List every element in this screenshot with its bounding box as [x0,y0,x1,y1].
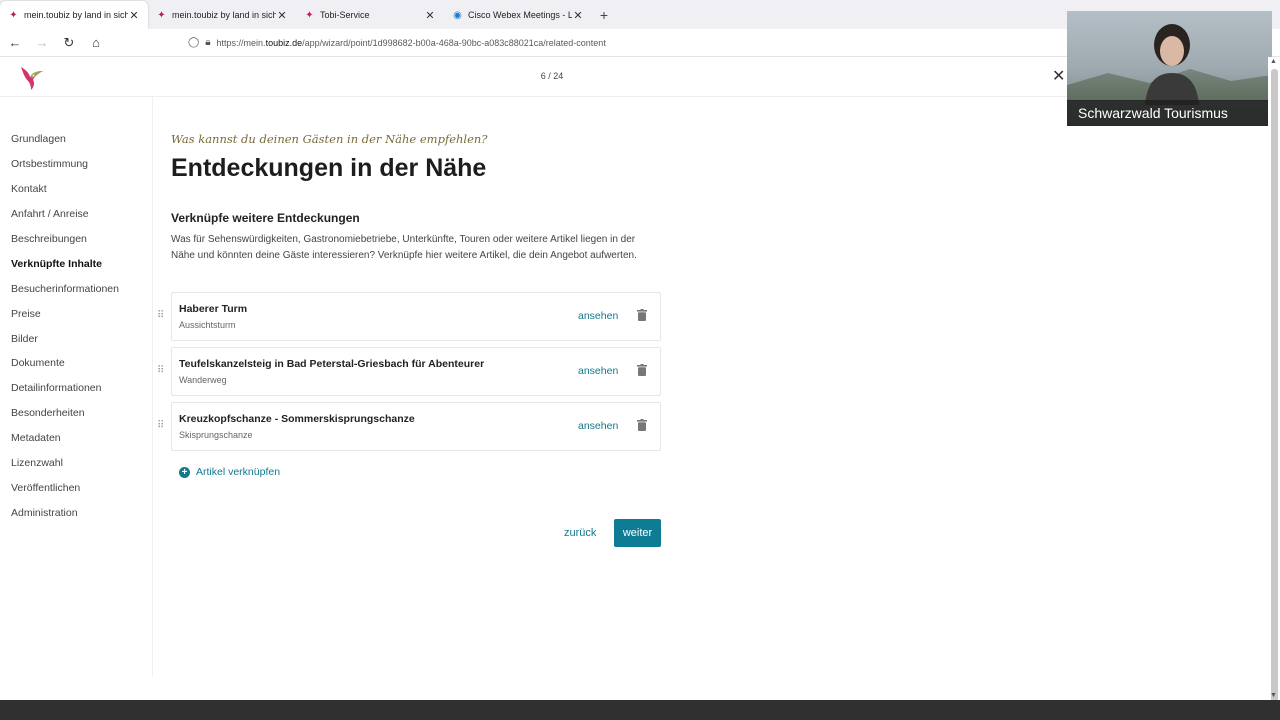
sidebar-item-besucherinformationen[interactable]: Besucherinformationen [0,276,150,301]
item-type: Skisprungschanze [179,430,253,440]
list-item: ⠿ Teufelskanzelsteig in Bad Peterstal-Gr… [157,347,662,396]
scrollbar-thumb[interactable] [1271,69,1278,707]
url-bar[interactable]: ◯ 🔒︎ https://mein.toubiz.de/app/wizard/p… [188,32,606,54]
browser-tab-1[interactable]: ✦ mein.toubiz by land in sicht ✕ [0,1,148,29]
item-name: Haberer Turm [179,303,248,315]
next-button[interactable]: weiter [614,519,661,547]
sidebar-divider [152,97,153,677]
forward-arrow-icon[interactable]: → [30,31,54,55]
trash-icon[interactable] [637,309,647,321]
close-tab-icon[interactable]: ✕ [572,9,584,22]
os-taskbar [0,700,1280,720]
sidebar-item-besonderheiten[interactable]: Besonderheiten [0,401,150,426]
tab-title: mein.toubiz by land in sicht [172,10,276,20]
item-name: Kreuzkopfschanze - Sommerskisprungschanz… [179,413,415,425]
video-call-tile[interactable]: Schwarzwald Tourismus [1067,11,1272,126]
tab-title: Tobi-Service [320,10,370,20]
add-article-button[interactable]: + Artikel verknüpfen [179,466,280,478]
page-scrollbar[interactable]: ▲ ▼ [1268,57,1280,707]
sidebar-item-anfahrt[interactable]: Anfahrt / Anreise [0,202,150,227]
sidebar-item-grundlagen[interactable]: Grundlagen [0,127,150,152]
section-description: Was für Sehenswürdigkeiten, Gastronomieb… [171,234,637,261]
drag-handle-icon[interactable]: ⠿ [157,365,167,376]
plus-circle-icon: + [179,466,190,478]
back-arrow-icon[interactable]: ← [3,31,27,55]
view-item-link[interactable]: ansehen [578,310,618,322]
sidebar-item-verknuepfte-inhalte[interactable]: Verknüpfte Inhalte [0,251,150,276]
sidebar-item-administration[interactable]: Administration [0,500,150,525]
sidebar-item-dokumente[interactable]: Dokumente [0,351,150,376]
tab-title: mein.toubiz by land in sicht [24,10,128,20]
back-button[interactable]: zurück [564,519,596,547]
shield-icon: ◯ [188,37,200,48]
drag-handle-icon[interactable]: ⠿ [157,310,167,321]
item-type: Aussichtsturm [179,320,236,330]
sidebar-item-veroeffentlichen[interactable]: Veröffentlichen [0,475,150,500]
home-icon[interactable]: ⌂ [84,31,108,55]
section-title: Verknüpfe weitere Entdeckungen [171,211,360,225]
sidebar-item-ortsbestimmung[interactable]: Ortsbestimmung [0,152,150,177]
url-text: https://mein.toubiz.de/app/wizard/point/… [216,37,606,48]
sidebar-item-metadaten[interactable]: Metadaten [0,426,150,451]
hummingbird-logo-icon[interactable] [16,61,46,91]
close-tab-icon[interactable]: ✕ [424,9,436,22]
reload-icon[interactable]: ↻ [57,31,81,55]
toubiz-favicon-icon: ✦ [9,9,18,21]
scroll-up-icon[interactable]: ▲ [1270,58,1277,65]
wizard-sidebar: Grundlagen Ortsbestimmung Kontakt Anfahr… [0,127,150,525]
main-content: Was kannst du deinen Gästen in der Nähe … [171,132,661,264]
lock-icon: 🔒︎ [205,37,211,48]
new-tab-icon[interactable]: + [592,1,616,29]
toubiz-favicon-icon: ✦ [305,9,314,21]
close-tab-icon[interactable]: ✕ [128,9,140,22]
view-item-link[interactable]: ansehen [578,365,618,377]
participant-video-icon [1145,24,1199,105]
browser-tab-2[interactable]: ✦ mein.toubiz by land in sicht ✕ [148,1,296,29]
tab-title: Cisco Webex Meetings - Landing [468,10,572,20]
add-article-label: Artikel verknüpfen [196,466,281,478]
browser-tab-4[interactable]: ◉ Cisco Webex Meetings - Landing ✕ [444,1,592,29]
page-title: Entdeckungen in der Nähe [171,154,487,182]
drag-handle-icon[interactable]: ⠿ [157,420,167,431]
trash-icon[interactable] [637,364,647,376]
sidebar-item-bilder[interactable]: Bilder [0,326,150,351]
webex-favicon-icon: ◉ [453,9,462,21]
list-item: ⠿ Kreuzkopfschanze - Sommerskisprungscha… [157,402,662,451]
sidebar-item-kontakt[interactable]: Kontakt [0,177,150,202]
close-wizard-icon[interactable]: ✕ [1052,66,1065,86]
scroll-down-icon[interactable]: ▼ [1270,692,1277,699]
view-item-link[interactable]: ansehen [578,420,618,432]
toubiz-favicon-icon: ✦ [157,9,166,21]
browser-tab-3[interactable]: ✦ Tobi-Service ✕ [296,1,444,29]
trash-icon[interactable] [637,419,647,431]
participant-name: Schwarzwald Tourismus [1067,100,1272,126]
linked-items-list: ⠿ Haberer Turm Aussichtsturm ansehen ⠿ T… [157,292,662,457]
list-item: ⠿ Haberer Turm Aussichtsturm ansehen [157,292,662,341]
sidebar-item-beschreibungen[interactable]: Beschreibungen [0,227,150,252]
sidebar-item-lizenzwahl[interactable]: Lizenzwahl [0,451,150,476]
item-name: Teufelskanzelsteig in Bad Peterstal-Grie… [179,358,485,370]
item-type: Wanderweg [179,375,227,385]
close-tab-icon[interactable]: ✕ [276,9,288,22]
page-eyebrow: Was kannst du deinen Gästen in der Nähe … [171,132,488,146]
wizard-progress: 6 / 24 [540,71,564,81]
sidebar-item-preise[interactable]: Preise [0,301,150,326]
sidebar-item-detailinformationen[interactable]: Detailinformationen [0,376,150,401]
